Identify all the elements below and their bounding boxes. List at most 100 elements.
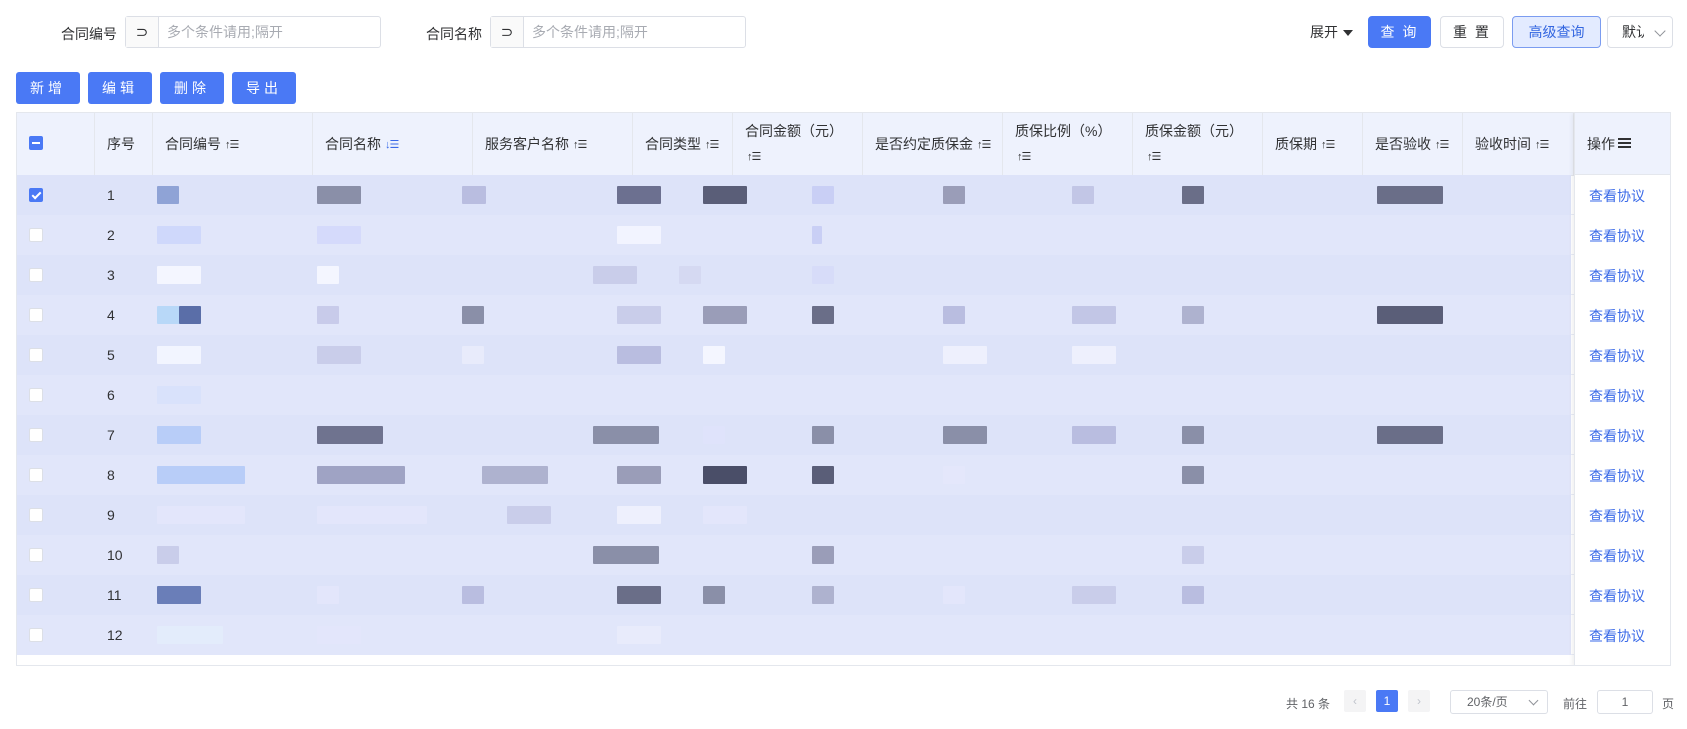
redacted-cell-content (462, 586, 484, 604)
contract-name-input[interactable] (524, 17, 745, 47)
page-1-button[interactable]: 1 (1376, 690, 1398, 712)
view-agreement-link[interactable]: 查看协议 (1589, 186, 1645, 206)
page-size-select[interactable]: 20条/页 (1450, 690, 1548, 714)
col-warranty-period[interactable]: 质保期 ↑☰ (1263, 113, 1363, 175)
edit-button[interactable]: 编辑 (88, 72, 152, 104)
view-agreement-link[interactable]: 查看协议 (1589, 506, 1645, 526)
table-row[interactable]: 5 (17, 335, 1670, 375)
export-button[interactable]: 导出 (232, 72, 296, 104)
table-row[interactable]: 10 (17, 535, 1670, 575)
row-index: 12 (107, 627, 123, 643)
row-index: 10 (107, 547, 123, 563)
row-checkbox[interactable] (29, 268, 43, 282)
select-all-checkbox[interactable] (29, 136, 43, 150)
table-row[interactable]: 8 (17, 455, 1670, 495)
sort-icon[interactable]: ↑☰ (705, 138, 719, 151)
redacted-cell-content (679, 266, 701, 284)
table-row[interactable]: 3 (17, 255, 1670, 295)
delete-button[interactable]: 删除 (160, 72, 224, 104)
sort-desc-icon[interactable]: ↓☰ (385, 138, 399, 151)
row-checkbox[interactable] (29, 548, 43, 562)
view-agreement-link[interactable]: 查看协议 (1589, 466, 1645, 486)
contract-no-field[interactable]: ⊃ (125, 16, 381, 48)
sort-icon[interactable]: ↑☰ (573, 138, 587, 151)
table-row[interactable]: 11 (17, 575, 1670, 615)
col-index: 序号 (95, 113, 153, 175)
view-agreement-link[interactable]: 查看协议 (1589, 626, 1645, 646)
reset-button[interactable]: 重 置 (1440, 16, 1504, 48)
view-select[interactable]: 默认 (1607, 16, 1673, 48)
col-warranty-amount[interactable]: 质保金额（元） ↑☰ (1133, 113, 1263, 175)
redacted-cell-content (317, 466, 405, 484)
col-amount[interactable]: 合同金额（元） ↑☰ (733, 113, 863, 175)
redacted-cell-content (1377, 306, 1443, 324)
row-checkbox[interactable] (29, 188, 43, 202)
col-accepted[interactable]: 是否验收 ↑☰ (1363, 113, 1463, 175)
view-agreement-link[interactable]: 查看协议 (1589, 266, 1645, 286)
table-row[interactable]: 9 (17, 495, 1670, 535)
advanced-query-button[interactable]: 高级查询 (1512, 16, 1601, 48)
redacted-cell-content (157, 626, 223, 644)
redacted-cell-content (1377, 186, 1443, 204)
match-mode-icon[interactable]: ⊃ (491, 17, 524, 47)
col-acceptance-time[interactable]: 验收时间 ↑☰ (1463, 113, 1574, 175)
col-contract-no[interactable]: 合同编号 ↑☰ (153, 113, 313, 175)
redacted-cell-content (1072, 426, 1116, 444)
table-row[interactable]: 6 (17, 375, 1670, 415)
view-agreement-link[interactable]: 查看协议 (1589, 386, 1645, 406)
view-agreement-link[interactable]: 查看协议 (1589, 586, 1645, 606)
match-mode-icon[interactable]: ⊃ (126, 17, 159, 47)
sort-icon[interactable]: ↑☰ (747, 145, 761, 169)
query-button[interactable]: 查 询 (1368, 16, 1431, 48)
view-agreement-link[interactable]: 查看协议 (1589, 346, 1645, 366)
sort-icon[interactable]: ↑☰ (1435, 138, 1449, 151)
col-contract-type[interactable]: 合同类型 ↑☰ (633, 113, 733, 175)
sort-icon[interactable]: ↑☰ (1147, 145, 1161, 169)
row-checkbox[interactable] (29, 348, 43, 362)
redacted-cell-content (703, 466, 747, 484)
row-checkbox[interactable] (29, 628, 43, 642)
row-checkbox[interactable] (29, 508, 43, 522)
col-has-warranty-deposit[interactable]: 是否约定质保金 ↑☰ (863, 113, 1003, 175)
view-agreement-link[interactable]: 查看协议 (1589, 306, 1645, 326)
sort-icon[interactable]: ↑☰ (225, 138, 239, 151)
row-checkbox[interactable] (29, 228, 43, 242)
sort-icon[interactable]: ↑☰ (1017, 145, 1031, 169)
sort-icon[interactable]: ↑☰ (1321, 138, 1335, 151)
redacted-cell-content (1072, 346, 1116, 364)
col-label: 质保比例（%） (1015, 123, 1112, 139)
redacted-cell-content (703, 506, 747, 524)
sort-icon[interactable]: ↑☰ (1535, 138, 1549, 151)
sort-icon[interactable]: ↑☰ (977, 138, 991, 151)
table-row[interactable]: 1 (17, 175, 1670, 215)
add-button[interactable]: 新增 (16, 72, 80, 104)
next-page-button[interactable]: › (1408, 690, 1430, 712)
redacted-cell-content (593, 266, 637, 284)
contract-no-input[interactable] (159, 17, 380, 47)
row-checkbox[interactable] (29, 388, 43, 402)
table-row[interactable]: 4 (17, 295, 1670, 335)
col-warranty-ratio[interactable]: 质保比例（%） ↑☰ (1003, 113, 1133, 175)
row-checkbox[interactable] (29, 428, 43, 442)
col-contract-name[interactable]: 合同名称 ↓☰ (313, 113, 473, 175)
table-row[interactable]: 7 (17, 415, 1670, 455)
prev-page-button[interactable]: ‹ (1344, 690, 1366, 712)
redacted-cell-content (812, 266, 834, 284)
row-checkbox[interactable] (29, 468, 43, 482)
row-checkbox[interactable] (29, 588, 43, 602)
view-agreement-link[interactable]: 查看协议 (1589, 226, 1645, 246)
goto-page-input[interactable]: 1 (1597, 690, 1653, 714)
col-customer[interactable]: 服务客户名称 ↑☰ (473, 113, 633, 175)
contract-name-field[interactable]: ⊃ (490, 16, 746, 48)
redacted-cell-content (317, 226, 361, 244)
view-agreement-link[interactable]: 查看协议 (1589, 546, 1645, 566)
select-all-cell (17, 113, 95, 175)
expand-toggle[interactable]: 展开 (1310, 22, 1353, 42)
chevron-down-icon (1654, 25, 1666, 37)
table-row[interactable]: 12 (17, 615, 1670, 655)
view-agreement-link[interactable]: 查看协议 (1589, 426, 1645, 446)
col-label: 操作 (1587, 135, 1615, 152)
row-checkbox[interactable] (29, 308, 43, 322)
table-row[interactable]: 2 (17, 215, 1670, 255)
column-settings-icon[interactable] (1618, 138, 1631, 149)
